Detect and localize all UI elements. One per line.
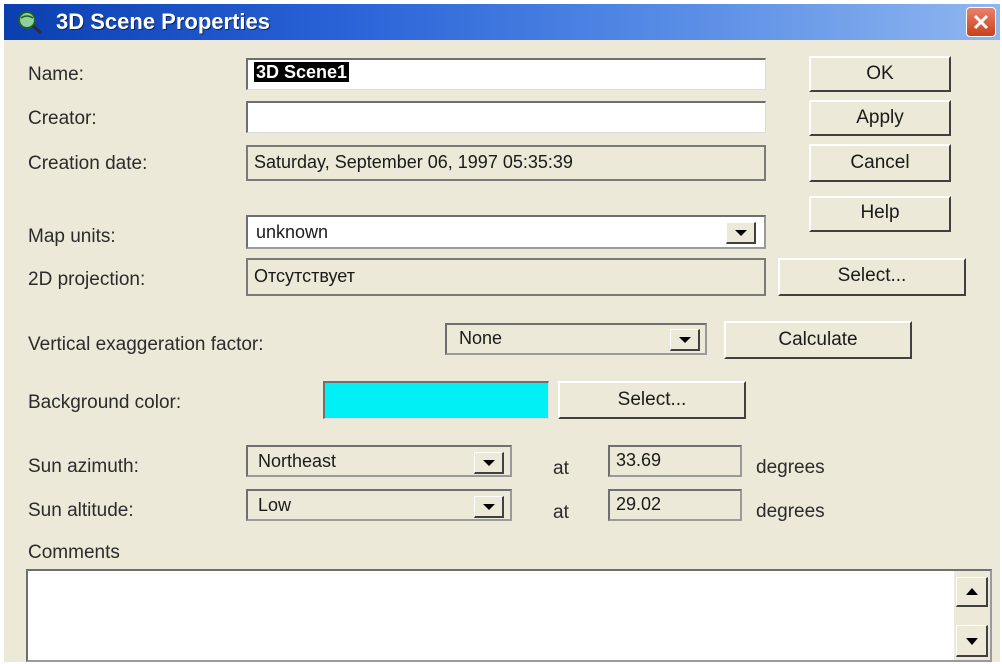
sun-azimuth-dropdown-button[interactable] bbox=[474, 452, 504, 474]
vertical-exaggeration-value: None bbox=[459, 328, 503, 348]
close-button[interactable] bbox=[966, 7, 996, 37]
select-projection-button[interactable]: Select... bbox=[778, 258, 966, 296]
projection-field: Отсутствует bbox=[246, 258, 766, 296]
background-color-label: Background color: bbox=[28, 392, 182, 413]
sun-altitude-unit-label: degrees bbox=[756, 501, 825, 522]
comments-scrollbar[interactable] bbox=[954, 571, 990, 660]
creation-date-field: Saturday, September 06, 1997 05:35:39 bbox=[246, 145, 766, 181]
apply-button[interactable]: Apply bbox=[809, 100, 951, 136]
creator-field[interactable] bbox=[246, 101, 766, 133]
sun-altitude-label: Sun altitude: bbox=[28, 500, 134, 521]
comments-textarea[interactable] bbox=[26, 569, 992, 662]
sun-azimuth-label: Sun azimuth: bbox=[28, 456, 139, 477]
title-bar[interactable]: 3D Scene Properties bbox=[4, 4, 1000, 40]
name-field[interactable]: 3D Scene1 bbox=[246, 58, 766, 90]
vertical-exaggeration-select[interactable]: None bbox=[445, 323, 707, 355]
calculate-button[interactable]: Calculate bbox=[724, 321, 912, 359]
sun-azimuth-at-label: at bbox=[553, 458, 569, 479]
scene-properties-dialog: 3D Scene Properties Name: 3D Scene1 Crea… bbox=[4, 4, 1000, 662]
cancel-button[interactable]: Cancel bbox=[809, 144, 951, 182]
map-units-select[interactable]: unknown bbox=[246, 215, 766, 249]
comments-label: Comments bbox=[28, 542, 120, 563]
creator-label: Creator: bbox=[28, 108, 97, 129]
sun-altitude-dropdown-button[interactable] bbox=[474, 496, 504, 518]
sun-altitude-degrees-field[interactable]: 29.02 bbox=[608, 489, 742, 521]
vertical-exaggeration-label: Vertical exaggeration factor: bbox=[28, 334, 264, 355]
background-color-swatch[interactable] bbox=[323, 381, 549, 419]
name-value: 3D Scene1 bbox=[254, 62, 350, 82]
help-button[interactable]: Help bbox=[809, 196, 951, 232]
globe-magnifier-icon bbox=[16, 9, 44, 35]
map-units-value: unknown bbox=[256, 222, 329, 242]
creation-date-label: Creation date: bbox=[28, 153, 148, 174]
name-label: Name: bbox=[28, 64, 84, 85]
sun-altitude-at-label: at bbox=[553, 502, 569, 523]
sun-azimuth-unit-label: degrees bbox=[756, 457, 825, 478]
window-title: 3D Scene Properties bbox=[56, 9, 270, 34]
projection-label: 2D projection: bbox=[28, 269, 146, 290]
map-units-dropdown-button[interactable] bbox=[726, 222, 756, 244]
map-units-label: Map units: bbox=[28, 226, 116, 247]
scroll-up-button[interactable] bbox=[956, 577, 988, 607]
sun-altitude-select[interactable]: Low bbox=[246, 489, 512, 521]
sun-azimuth-value: Northeast bbox=[258, 451, 337, 471]
sun-azimuth-select[interactable]: Northeast bbox=[246, 445, 512, 477]
ok-button[interactable]: OK bbox=[809, 56, 951, 92]
sun-azimuth-degrees-field[interactable]: 33.69 bbox=[608, 445, 742, 477]
select-color-button[interactable]: Select... bbox=[558, 381, 746, 419]
scroll-down-button[interactable] bbox=[956, 625, 988, 657]
sun-altitude-value: Low bbox=[258, 495, 292, 515]
vertical-exaggeration-dropdown-button[interactable] bbox=[670, 329, 700, 351]
